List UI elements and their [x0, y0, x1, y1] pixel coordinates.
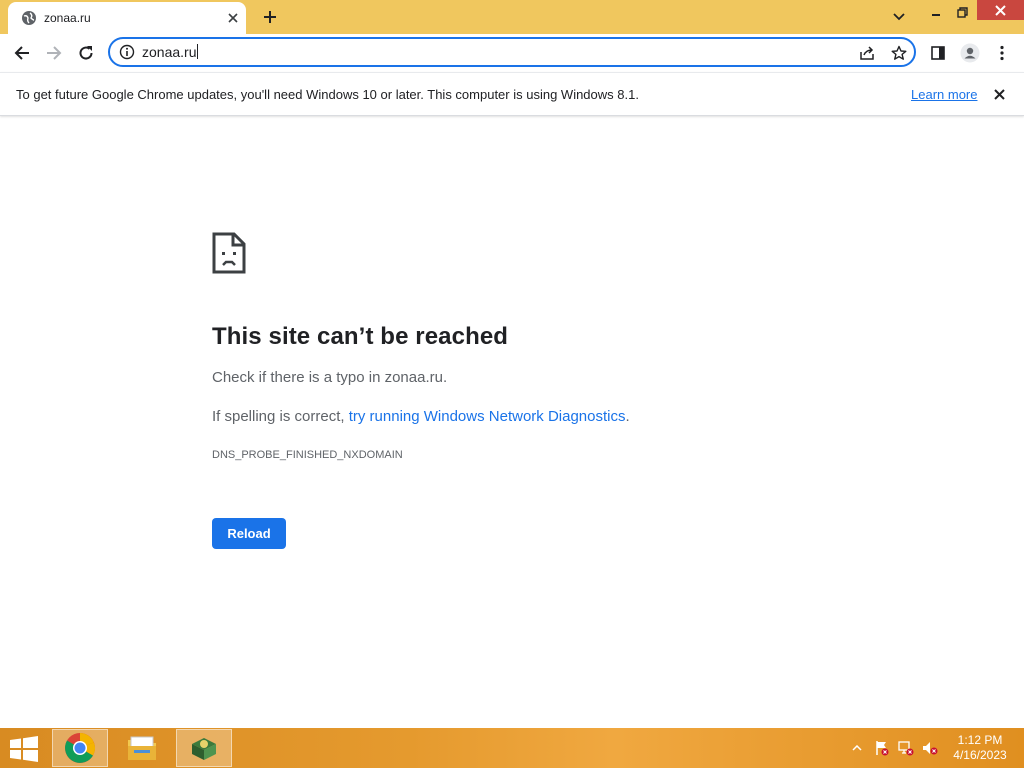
taskbar-chrome[interactable]: [52, 729, 108, 767]
reload-icon: [79, 46, 93, 60]
error-code: DNS_PROBE_FINISHED_NXDOMAIN: [212, 449, 403, 461]
network-icon: [898, 741, 914, 756]
close-window-button[interactable]: [977, 0, 1024, 20]
diagnostics-suffix: .: [625, 408, 630, 425]
chevron-up-icon: [852, 745, 862, 751]
share-button[interactable]: [856, 42, 878, 64]
text-caret: [197, 44, 199, 59]
system-clock[interactable]: 1:12 PM 4/16/2023: [944, 733, 1016, 763]
learn-more-link[interactable]: Learn more: [911, 87, 977, 102]
chevron-down-icon: [893, 13, 905, 21]
share-icon: [860, 46, 874, 60]
url-text[interactable]: zonaa.ru: [142, 44, 199, 60]
restore-icon: [956, 6, 968, 18]
app-icon: [192, 738, 216, 760]
more-vert-icon: [1000, 45, 1004, 61]
infobar-message: To get future Google Chrome updates, you…: [16, 87, 639, 102]
minimize-button[interactable]: [925, 0, 947, 24]
network-button[interactable]: [896, 728, 916, 768]
address-bar[interactable]: zonaa.ru: [108, 37, 916, 67]
taskbar: 1:12 PM 4/16/2023: [0, 728, 1024, 768]
flag-icon: [876, 741, 889, 756]
volume-button[interactable]: [920, 728, 940, 768]
arrow-left-icon: [14, 46, 29, 60]
diagnostics-link[interactable]: try running Windows Network Diagnostics: [349, 408, 626, 425]
tab-search-button[interactable]: [886, 5, 912, 29]
back-button[interactable]: [9, 40, 35, 66]
new-tab-button[interactable]: [258, 5, 282, 29]
volume-muted-icon: [923, 742, 938, 755]
plus-icon: [264, 11, 276, 23]
tab-active[interactable]: zonaa.ru: [8, 2, 246, 34]
url-value: zonaa.ru: [142, 44, 197, 60]
taskbar-file-explorer[interactable]: [114, 729, 170, 767]
infobar-close-icon[interactable]: [990, 85, 1008, 103]
show-hidden-icons-button[interactable]: [850, 728, 864, 768]
menu-button[interactable]: [989, 40, 1015, 66]
update-infobar: To get future Google Chrome updates, you…: [0, 72, 1024, 116]
error-title: This site can’t be reached: [212, 323, 509, 350]
windows-start-icon[interactable]: [8, 736, 40, 762]
restore-button[interactable]: [951, 0, 973, 24]
reload-button[interactable]: Reload: [212, 518, 286, 549]
action-center-button[interactable]: [872, 728, 892, 768]
file-explorer-icon: [128, 736, 156, 760]
tab-strip: zonaa.ru: [0, 0, 1024, 34]
sad-page-icon: [212, 232, 246, 274]
globe-icon: [22, 11, 36, 25]
forward-button[interactable]: [41, 40, 67, 66]
clock-time: 1:12 PM: [957, 733, 1003, 747]
reload-toolbar-button[interactable]: [73, 40, 99, 66]
profile-button[interactable]: [957, 40, 983, 66]
arrow-right-icon: [47, 46, 62, 60]
browser-toolbar: zonaa.ru: [0, 34, 1024, 72]
close-icon: [995, 4, 1006, 16]
taskbar-app[interactable]: [176, 729, 232, 767]
diagnostics-prefix: If spelling is correct,: [212, 408, 349, 425]
error-suggestion-typo: Check if there is a typo in zonaa.ru.: [212, 369, 448, 386]
side-panel-button[interactable]: [925, 40, 951, 66]
tab-title: zonaa.ru: [44, 11, 91, 25]
avatar-icon: [960, 43, 980, 63]
chrome-icon: [65, 733, 95, 763]
bookmark-button[interactable]: [888, 42, 910, 64]
star-icon: [891, 45, 907, 60]
side-panel-icon: [931, 46, 945, 60]
tab-close-icon[interactable]: [224, 9, 242, 27]
info-icon[interactable]: [119, 44, 135, 60]
error-suggestion-diagnostics: If spelling is correct, try running Wind…: [212, 408, 630, 425]
minimize-icon: [932, 14, 940, 16]
clock-date: 4/16/2023: [953, 748, 1007, 762]
